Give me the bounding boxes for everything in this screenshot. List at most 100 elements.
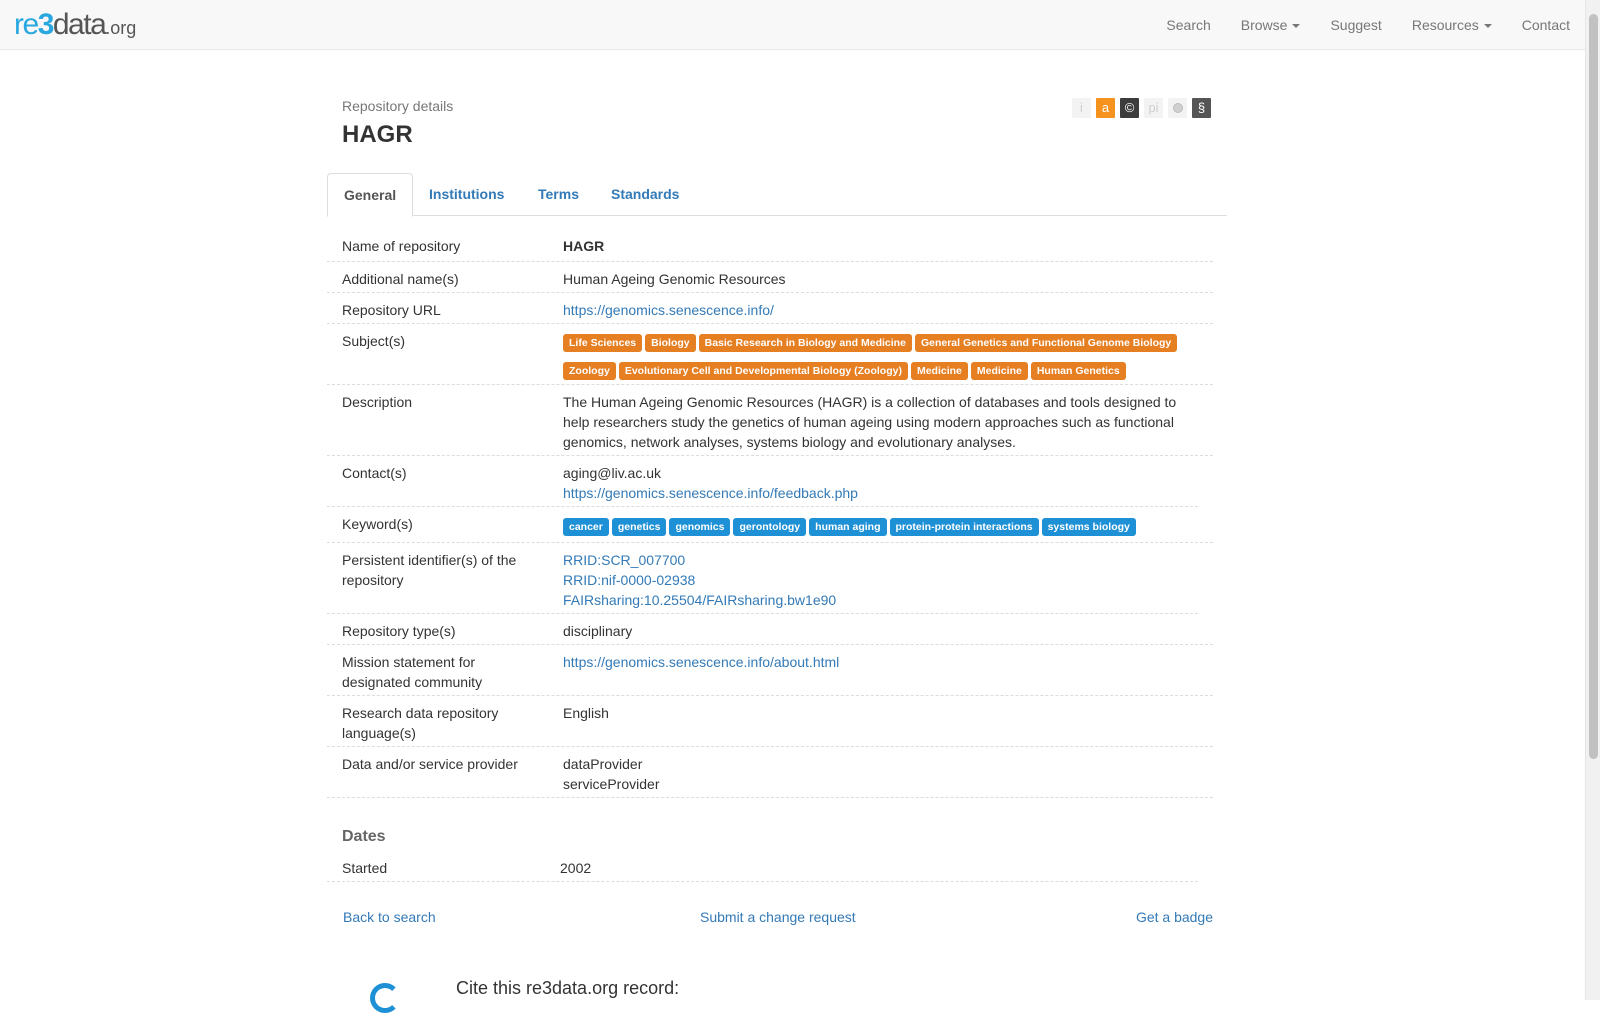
keyword-tag[interactable]: cancer (563, 518, 609, 536)
contacts-cell: aging@liv.ac.uk https://genomics.senesce… (563, 463, 1193, 503)
tab-institutions[interactable]: Institutions (413, 173, 520, 216)
page-title: HAGR (342, 121, 413, 148)
pid-label: Persistent identifier(s) of the reposito… (342, 552, 517, 588)
repository-type-value: disciplinary (563, 623, 633, 639)
keyword-tags: cancer genetics genomics gerontology human a… (563, 515, 1203, 543)
copyright-icon[interactable]: © (1120, 98, 1139, 118)
language-label: Research data repository language(s) (342, 705, 499, 741)
keyword-tag[interactable]: protein-protein interactions (889, 518, 1039, 536)
logo-text-3: 3 (37, 8, 55, 41)
tab-standards[interactable]: Standards (595, 173, 695, 216)
started-value: 2002 (560, 860, 592, 876)
get-badge-link[interactable]: Get a badge (1136, 906, 1213, 928)
info-icon[interactable]: i (1072, 98, 1091, 118)
nav-suggest-label: Suggest (1330, 17, 1382, 33)
repository-url-cell: https://genomics.senescence.info/ (563, 300, 1193, 320)
keyword-tag[interactable]: systems biology (1041, 518, 1136, 536)
subject-tag[interactable]: Medicine (910, 362, 968, 380)
row-subjects: Subject(s) Life Sciences Biology Basic Res… (327, 324, 1213, 385)
subject-tag[interactable]: Basic Research in Biology and Medicine (698, 334, 912, 352)
nav-contact-label: Contact (1521, 17, 1570, 33)
cite-logo-icon (370, 983, 400, 1013)
cite-heading: Cite this re3data.org record: (456, 978, 680, 998)
nav-search[interactable]: Search (1151, 0, 1225, 50)
subject-tag[interactable]: Human Genetics (1030, 362, 1126, 380)
nav-browse-label: Browse (1240, 17, 1288, 33)
pid-cell: RRID:SCR_007700 RRID:nif-0000-02938 FAIR… (563, 550, 1193, 610)
repository-url-label: Repository URL (342, 302, 441, 318)
additional-name-label: Additional name(s) (342, 271, 459, 287)
repository-url-link[interactable]: https://genomics.senescence.info/ (563, 300, 1193, 320)
keyword-tag[interactable]: genomics (669, 518, 731, 536)
pid-link[interactable]: FAIRsharing:10.25504/FAIRsharing.bw1e90 (563, 590, 1193, 610)
row-contacts: Contact(s) aging@liv.ac.uk https://genom… (327, 456, 1198, 507)
row-name: Name of repository HAGR (327, 229, 1213, 262)
dates-heading: Dates (342, 828, 386, 845)
nav-resources-dropdown[interactable]: Resources (1397, 0, 1507, 50)
started-label: Started (342, 860, 388, 876)
pid-link[interactable]: RRID:SCR_007700 (563, 550, 1193, 570)
logo-text-re: re (14, 8, 39, 41)
keyword-tag[interactable]: genetics (611, 518, 667, 536)
subject-tag[interactable]: Zoology (563, 362, 616, 380)
nav-suggest[interactable]: Suggest (1315, 0, 1396, 50)
persistent-identifier-icon[interactable]: pi (1144, 98, 1163, 118)
policy-icon[interactable]: § (1192, 98, 1211, 118)
provider-value: serviceProvider (563, 776, 660, 792)
subject-tags: Life Sciences Biology Basic Research in Bi… (563, 331, 1203, 387)
repository-type-label: Repository type(s) (342, 623, 456, 639)
contact-url-link[interactable]: https://genomics.senescence.info/feedbac… (563, 483, 1193, 503)
page-subtitle: Repository details (342, 98, 454, 114)
row-started: Started 2002 (327, 851, 1198, 882)
re3data-logo[interactable]: re3data.org (14, 6, 136, 44)
nav-contact[interactable]: Contact (1507, 0, 1585, 50)
language-value: English (563, 705, 609, 721)
row-provider: Data and/or service provider dataProvide… (327, 747, 1213, 798)
keyword-tag[interactable]: gerontology (733, 518, 807, 536)
policy-icon-glyph: § (1197, 100, 1206, 115)
row-description: Description The Human Ageing Genomic Res… (327, 385, 1213, 456)
mission-link[interactable]: https://genomics.senescence.info/about.h… (563, 652, 1193, 672)
name-value: HAGR (563, 238, 605, 254)
keyword-tag[interactable]: human aging (809, 518, 887, 536)
row-repository-url: Repository URL https://genomics.senescen… (327, 293, 1213, 324)
mission-label: Mission statement for designated communi… (342, 654, 483, 690)
row-persistent-identifiers: Persistent identifier(s) of the reposito… (327, 543, 1198, 614)
subject-tag[interactable]: General Genetics and Functional Genome B… (914, 334, 1178, 352)
repository-icons: i a © pi § (1072, 98, 1211, 118)
back-to-search-link[interactable]: Back to search (343, 906, 436, 928)
tab-general[interactable]: General (327, 173, 414, 217)
open-access-icon[interactable]: a (1096, 98, 1115, 118)
caret-down-icon (1292, 24, 1301, 29)
open-access-icon-glyph: a (1101, 100, 1110, 115)
description-value: The Human Ageing Genomic Resources (HAGR… (563, 394, 1177, 450)
subject-tag[interactable]: Evolutionary Cell and Developmental Biol… (618, 362, 908, 380)
copyright-icon-glyph: © (1124, 100, 1135, 115)
nav-browse-dropdown[interactable]: Browse (1226, 0, 1316, 50)
row-additional-name: Additional name(s) Human Ageing Genomic … (327, 262, 1213, 293)
contacts-label: Contact(s) (342, 465, 407, 481)
row-keywords: Keyword(s) cancer genetics genomics geronto… (327, 507, 1213, 543)
info-icon-glyph: i (1080, 100, 1083, 115)
logo-text-org: .org (105, 18, 137, 38)
row-repository-type: Repository type(s) disciplinary (327, 614, 1213, 645)
certificate-icon[interactable] (1168, 98, 1187, 118)
provider-value: dataProvider (563, 756, 643, 772)
action-links: Back to search Submit a change request G… (327, 906, 1213, 928)
subject-tag[interactable]: Biology (645, 334, 696, 352)
subject-tag[interactable]: Medicine (970, 362, 1028, 380)
additional-name-value: Human Ageing Genomic Resources (563, 271, 786, 287)
pid-link[interactable]: RRID:nif-0000-02938 (563, 570, 1193, 590)
tab-terms[interactable]: Terms (522, 173, 595, 216)
page-scrollbar[interactable] (1585, 0, 1600, 1000)
row-mission-statement: Mission statement for designated communi… (327, 645, 1213, 696)
scrollbar-thumb[interactable] (1589, 14, 1598, 759)
certificate-dot (1172, 103, 1183, 113)
subject-tag[interactable]: Life Sciences (563, 334, 643, 352)
provider-label: Data and/or service provider (342, 756, 518, 772)
keywords-label: Keyword(s) (342, 516, 413, 532)
nav-search-label: Search (1166, 17, 1211, 33)
row-language: Research data repository language(s) Eng… (327, 696, 1213, 747)
mission-cell: https://genomics.senescence.info/about.h… (563, 652, 1193, 672)
submit-change-request-link[interactable]: Submit a change request (700, 906, 856, 928)
